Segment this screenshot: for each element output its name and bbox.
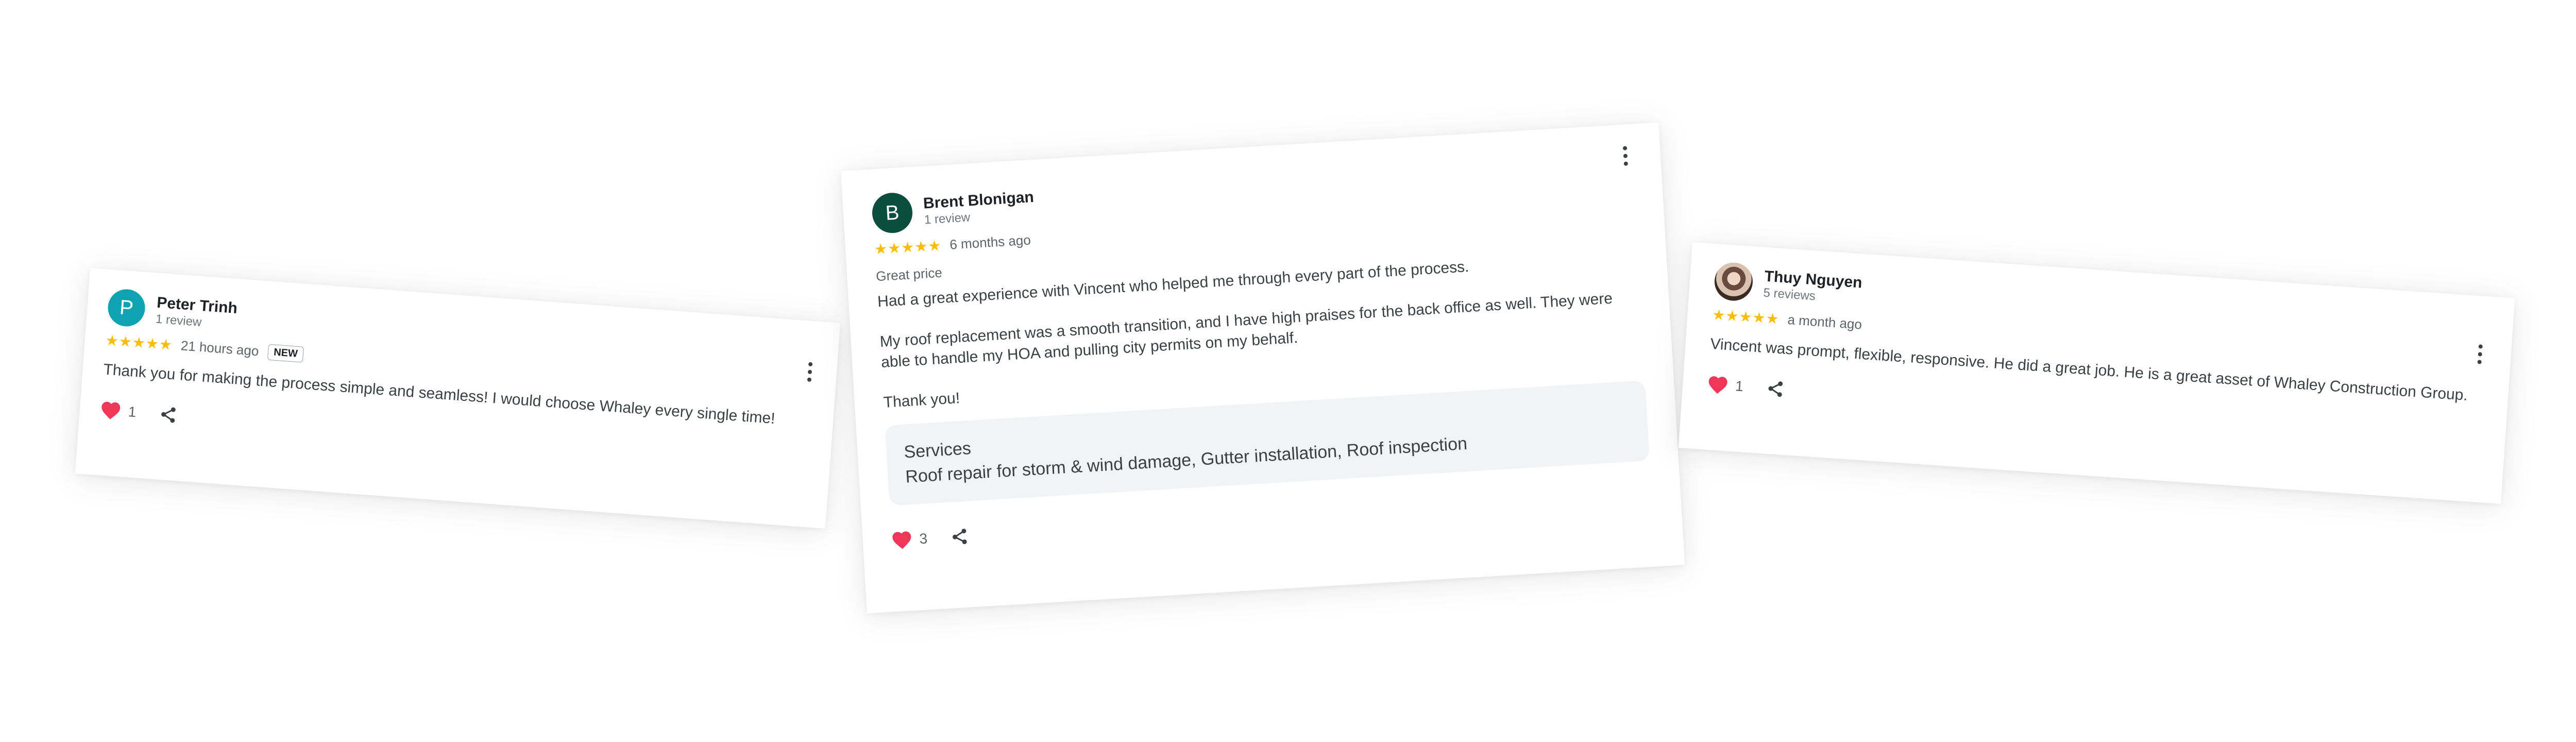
reviewer-info: Peter Trinh 1 review — [155, 294, 238, 332]
review-card: P Peter Trinh 1 review ★★★★★ 21 hours ag… — [75, 268, 841, 529]
avatar-letter: P — [118, 295, 134, 319]
reviewer-info: Thuy Nguyen 5 reviews — [1763, 267, 1863, 307]
more-vert-icon[interactable] — [1619, 146, 1632, 166]
star-rating: ★★★★★ — [874, 237, 942, 257]
share-icon[interactable] — [950, 527, 969, 547]
review-card: B Brent Blonigan 1 review ★★★★★ 6 months… — [841, 122, 1685, 614]
avatar-letter: B — [885, 200, 900, 225]
heart-icon[interactable] — [891, 530, 913, 550]
avatar[interactable]: P — [106, 288, 147, 328]
share-icon[interactable] — [1765, 379, 1785, 398]
like-count: 3 — [919, 530, 928, 547]
review-time: 6 months ago — [949, 232, 1031, 252]
star-rating: ★★★★★ — [105, 332, 174, 353]
heart-icon[interactable] — [100, 400, 122, 420]
like-count: 1 — [127, 403, 137, 420]
like-count: 1 — [1735, 378, 1744, 395]
more-vert-icon[interactable] — [2473, 344, 2487, 365]
reviews-stage: P Peter Trinh 1 review ★★★★★ 21 hours ag… — [0, 0, 2576, 742]
avatar[interactable]: B — [871, 191, 914, 234]
review-time: 21 hours ago — [180, 338, 260, 359]
review-time: a month ago — [1787, 311, 1862, 332]
avatar[interactable] — [1713, 261, 1754, 302]
heart-icon[interactable] — [1707, 375, 1728, 395]
share-icon[interactable] — [158, 405, 178, 425]
new-badge: NEW — [267, 344, 304, 363]
reviewer-info: Brent Blonigan 1 review — [923, 188, 1035, 228]
star-rating: ★★★★★ — [1711, 306, 1780, 327]
more-vert-icon[interactable] — [803, 362, 817, 382]
review-card: Thuy Nguyen 5 reviews ★★★★★ a month ago … — [1678, 242, 2515, 504]
